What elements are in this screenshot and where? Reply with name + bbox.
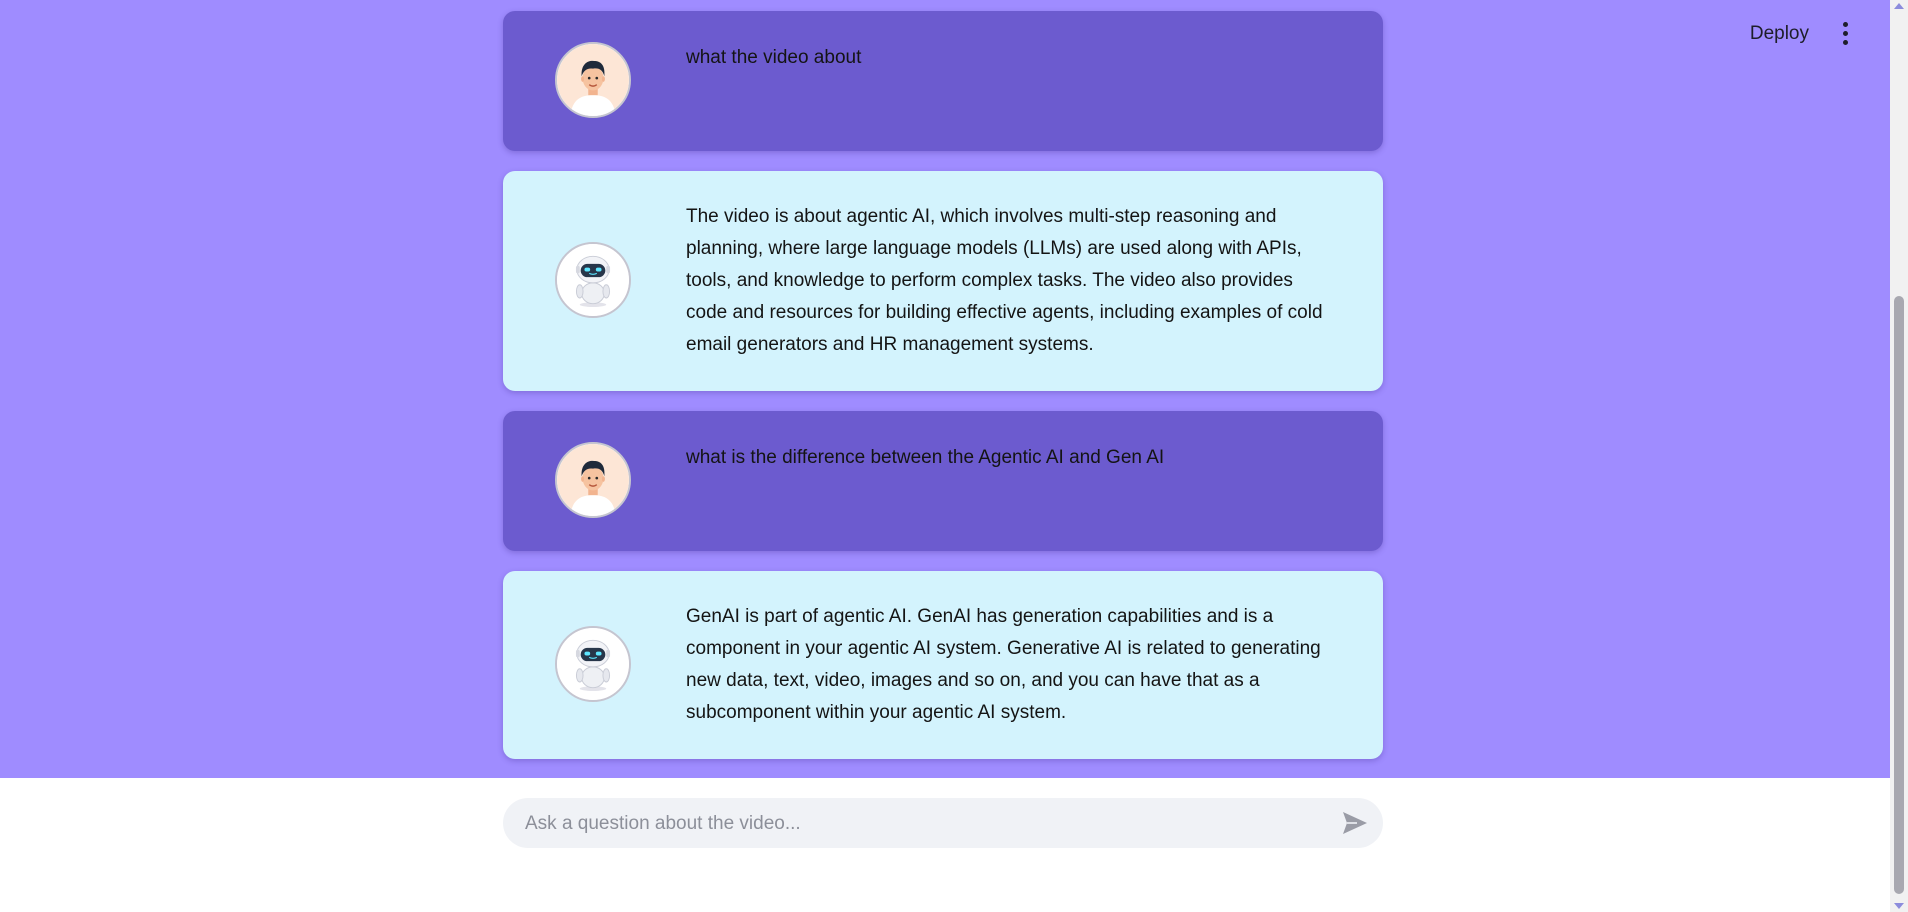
chat-message-user: what the video about — [503, 11, 1383, 151]
app-main-area: Deploy what the video about The video is… — [0, 0, 1890, 778]
page-scrollbar[interactable] — [1890, 0, 1908, 912]
chat-input[interactable] — [523, 798, 1327, 850]
main-menu-icon[interactable] — [1837, 18, 1854, 49]
chat-input-container — [503, 798, 1383, 850]
robot-avatar-icon — [555, 626, 631, 702]
message-text: what is the difference between the Agent… — [686, 447, 1165, 468]
user-avatar-icon — [555, 42, 631, 118]
message-text: what the video about — [686, 47, 862, 68]
message-text: The video is about agentic AI, which inv… — [686, 206, 1323, 355]
scroll-up-icon[interactable] — [1894, 3, 1904, 9]
robot-avatar-icon — [555, 242, 631, 318]
user-avatar-icon — [555, 442, 631, 518]
send-icon[interactable] — [1341, 810, 1369, 836]
deploy-button[interactable]: Deploy — [1744, 19, 1815, 49]
chat-message-assistant: GenAI is part of agentic AI. GenAI has g… — [503, 571, 1383, 759]
chat-message-user: what is the difference between the Agent… — [503, 411, 1383, 551]
top-toolbar: Deploy — [1744, 18, 1854, 49]
scrollbar-thumb[interactable] — [1894, 296, 1904, 894]
scroll-down-icon[interactable] — [1894, 903, 1904, 909]
chat-message-assistant: The video is about agentic AI, which inv… — [503, 171, 1383, 391]
message-text: GenAI is part of agentic AI. GenAI has g… — [686, 606, 1321, 723]
